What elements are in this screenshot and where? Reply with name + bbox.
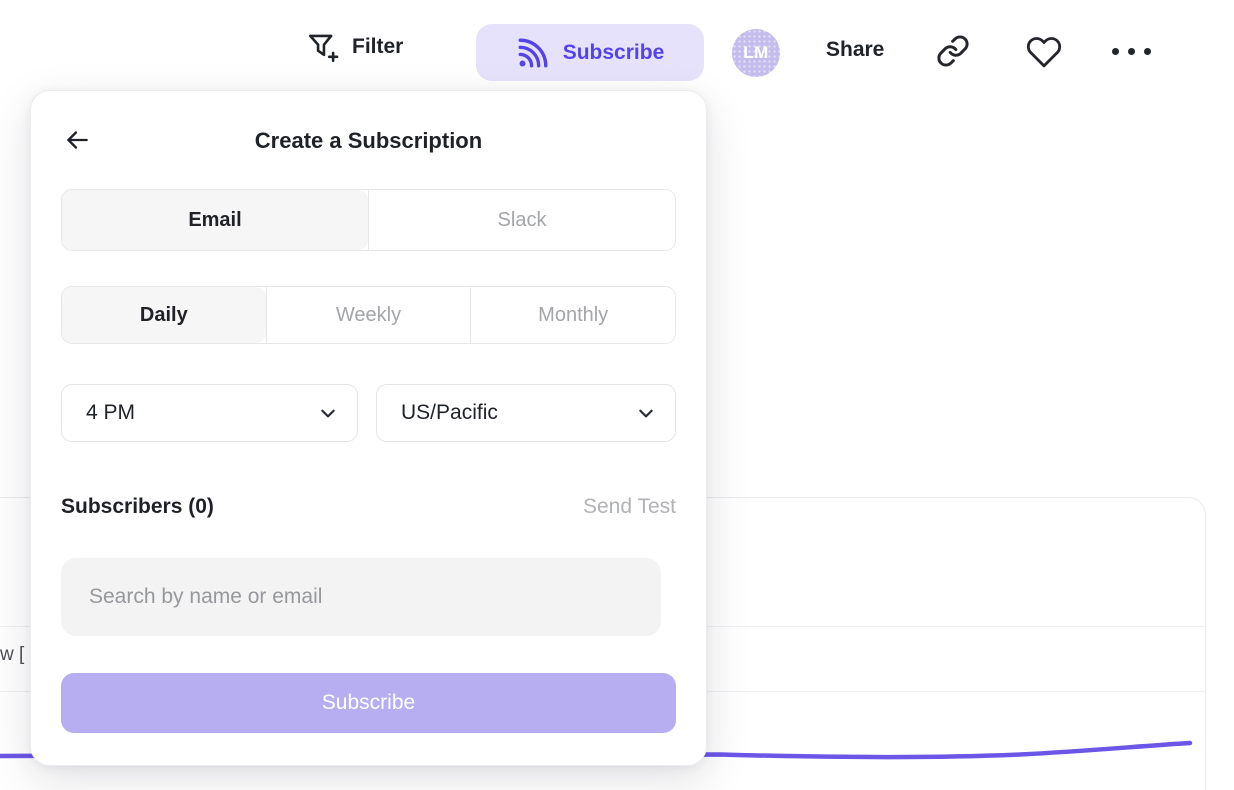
share-label: Share (826, 38, 884, 62)
modal-title: Create a Subscription (31, 128, 706, 154)
rss-icon (516, 36, 550, 70)
subscribers-row: Subscribers (0) Send Test (61, 495, 676, 519)
frequency-tabs: Daily Weekly Monthly (61, 286, 676, 344)
create-subscription-modal: Create a Subscription Email Slack Daily … (30, 90, 707, 766)
time-select[interactable]: 4 PM (61, 384, 358, 442)
filter-label: Filter (352, 35, 403, 59)
avatar-initials: LM (743, 43, 769, 63)
more-options-button[interactable] (1112, 48, 1151, 55)
tab-slack[interactable]: Slack (368, 190, 675, 250)
filter-button[interactable]: Filter (305, 30, 403, 64)
subscribe-label: Subscribe (563, 41, 665, 65)
copy-link-button[interactable] (936, 34, 970, 68)
chevron-down-icon (319, 404, 337, 422)
timezone-select[interactable]: US/Pacific (376, 384, 676, 442)
avatar[interactable]: LM (732, 29, 780, 77)
toolbar: Filter Subscribe LM Share (0, 0, 1234, 92)
background-text-fragment: w [ (0, 644, 24, 666)
subscribe-button[interactable]: Subscribe (476, 24, 704, 81)
share-button[interactable]: Share (826, 38, 884, 62)
send-test-button[interactable]: Send Test (583, 495, 676, 519)
ellipsis-icon (1112, 48, 1151, 55)
link-icon (936, 34, 970, 68)
tab-monthly[interactable]: Monthly (470, 287, 675, 343)
timezone-select-value: US/Pacific (401, 401, 498, 425)
tab-weekly[interactable]: Weekly (266, 287, 471, 343)
subscriber-search-input[interactable] (61, 558, 661, 636)
subscribe-submit-button[interactable]: Subscribe (61, 673, 676, 733)
time-select-value: 4 PM (86, 401, 135, 425)
schedule-row: 4 PM US/Pacific (61, 384, 676, 442)
channel-tabs: Email Slack (61, 189, 676, 251)
favorite-button[interactable] (1026, 34, 1062, 70)
chevron-down-icon (637, 404, 655, 422)
heart-icon (1026, 34, 1062, 70)
subscribers-label: Subscribers (0) (61, 495, 214, 519)
tab-daily[interactable]: Daily (62, 287, 266, 343)
tab-email[interactable]: Email (62, 190, 368, 250)
filter-plus-icon (305, 30, 339, 64)
page: w [ Filter Subscribe (0, 0, 1234, 790)
